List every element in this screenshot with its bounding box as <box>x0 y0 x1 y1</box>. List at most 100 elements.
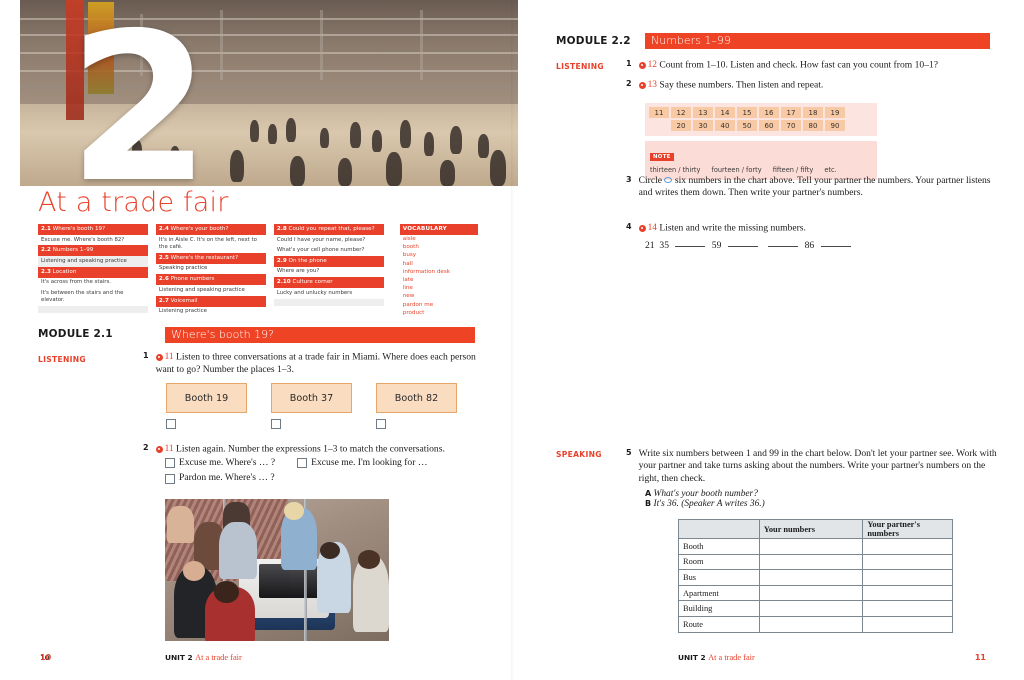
contents-spacer <box>38 306 148 314</box>
exercise-instruction: 13 Say these numbers. Then listen and re… <box>638 79 823 92</box>
number-chart: 11 12 13 14 15 16 17 18 19 20 30 40 50 6… <box>645 103 877 136</box>
your-number-cell[interactable] <box>758 553 864 571</box>
table-row: Booth <box>678 538 953 555</box>
page-title: At a trade fair <box>38 187 229 218</box>
trade-fair-hall-photo: 2 <box>20 0 518 186</box>
right-page: MODULE 2.2 LISTENING SPEAKING Numbers 1–… <box>512 0 1024 680</box>
audio-track-marker[interactable]: 12 <box>638 59 657 71</box>
exercise-instruction: 11 Listen to three conversations at a tr… <box>155 351 476 376</box>
contents-entry-row: Speaking practice <box>155 263 266 275</box>
vocabulary-header: VOCABULARY <box>399 224 479 235</box>
unit-number: 2 <box>68 0 211 187</box>
vocabulary-item: new <box>402 293 415 300</box>
contents-entry-head: 2.2 Numbers 1–99 <box>38 245 148 257</box>
number-chip[interactable]: 17 <box>781 107 801 118</box>
answer-checkbox[interactable] <box>271 419 281 429</box>
contents-entry-row: Where are you? <box>273 266 384 278</box>
booth-option-box[interactable]: Booth 37 <box>271 383 352 413</box>
number-chip[interactable]: 50 <box>737 120 757 131</box>
booth-option-box[interactable]: Booth 82 <box>376 383 457 413</box>
partner-number-cell[interactable] <box>862 538 953 555</box>
number-chip[interactable]: 30 <box>693 120 713 131</box>
audio-track-marker[interactable]: 13 <box>638 79 657 91</box>
audio-track-marker[interactable]: 14 <box>638 222 657 234</box>
note-content: thirteen / thirty fourteen / forty fifte… <box>650 166 872 174</box>
contents-entry-row: Could I have your name, please? <box>273 235 384 246</box>
note-pair: fourteen / forty <box>711 166 762 174</box>
note-pair: etc. <box>824 166 837 174</box>
footer-left: UNIT 2 At a trade fair <box>165 653 242 662</box>
number-chip[interactable]: 90 <box>825 120 845 131</box>
number-chip[interactable]: 19 <box>825 107 845 118</box>
vocabulary-list: VOCABULARY aisle booth busy hall informa… <box>399 224 479 324</box>
module-2-1-title: Where's booth 19? <box>165 327 475 343</box>
exercise-2-left: 2 11 Listen again. Number the expression… <box>143 443 488 456</box>
audio-icon <box>638 61 646 69</box>
partner-number-cell[interactable] <box>862 569 953 586</box>
your-number-cell[interactable] <box>758 600 864 617</box>
contents-entry-head: 2.5 Where's the restaurant? <box>155 252 266 264</box>
number-chip[interactable]: 13 <box>693 107 713 118</box>
your-number-cell[interactable] <box>758 584 864 602</box>
exercise-number: 1 <box>143 351 149 360</box>
expression-checkbox[interactable] <box>297 458 308 469</box>
exercise-instruction: 11 Listen again. Number the expressions … <box>155 443 445 456</box>
audio-track-marker[interactable]: 11 <box>155 351 174 363</box>
expression-checkbox[interactable] <box>165 458 175 469</box>
example-dialogue: A What's your booth number? B It's 36. (… <box>645 489 765 509</box>
number-chip[interactable]: 40 <box>715 120 735 131</box>
number-chip[interactable]: 11 <box>649 107 669 118</box>
number-chip[interactable]: 18 <box>803 107 823 118</box>
dialogue-text: What's your booth number? <box>653 489 758 499</box>
your-number-cell[interactable] <box>758 615 864 633</box>
exercise-instruction: Write six numbers between 1 and 99 in th… <box>638 448 997 484</box>
sequence-blank[interactable] <box>820 238 851 247</box>
number-chip[interactable]: 15 <box>737 107 757 118</box>
contents-entry-head: 2.3 Location <box>38 266 148 278</box>
partner-number-cell[interactable] <box>862 600 953 617</box>
module-2-1-label: MODULE 2.1 <box>38 328 113 340</box>
number-chip[interactable]: 60 <box>759 120 779 131</box>
unit-contents: 2.1 Where's booth 19? Excuse me. Where's… <box>38 224 479 325</box>
booth-option-box[interactable]: Booth 19 <box>166 383 247 413</box>
module-2-2-label: MODULE 2.2 <box>556 35 631 47</box>
vocabulary-item: information desk <box>402 268 450 275</box>
page-gutter <box>511 0 514 680</box>
audio-track-marker[interactable]: 11 <box>155 443 174 455</box>
your-number-cell[interactable] <box>758 538 864 555</box>
partner-number-cell[interactable] <box>862 553 953 571</box>
footer-right: UNIT 2 At a trade fair <box>678 653 755 662</box>
number-chip[interactable]: 20 <box>671 120 691 131</box>
answer-checkbox[interactable] <box>166 419 176 429</box>
vocabulary-item: busy <box>402 252 417 259</box>
answer-checkbox[interactable] <box>376 419 386 429</box>
number-chip[interactable]: 16 <box>759 107 779 118</box>
dialogue-speaker: A <box>645 489 652 498</box>
partner-number-cell[interactable] <box>862 584 953 602</box>
table-header-cell: Your partner's numbers <box>862 519 953 539</box>
number-chip[interactable]: 14 <box>715 107 735 118</box>
contents-entry-head: 2.1 Where's booth 19? <box>38 224 148 235</box>
expression-label: Excuse me. I'm looking for … <box>311 457 428 468</box>
number-chip[interactable]: 80 <box>803 120 823 131</box>
row-label: Apartment <box>678 584 760 602</box>
expression-checkbox[interactable] <box>165 473 175 484</box>
number-chip[interactable]: 12 <box>671 107 691 118</box>
sequence-blank[interactable] <box>768 238 799 247</box>
sequence-blank[interactable] <box>675 238 706 247</box>
sequence-value: 21 <box>645 240 655 251</box>
number-chip[interactable]: 70 <box>781 120 801 131</box>
vocabulary-item: hall <box>402 260 413 267</box>
table-row: Room <box>678 553 953 571</box>
exercise-number: 3 <box>626 175 632 184</box>
contents-entry-row: What's your cell phone number? <box>273 245 384 256</box>
contents-spacer <box>155 317 266 325</box>
audio-icon <box>638 81 646 89</box>
table-row: Building <box>678 600 953 617</box>
audio-icon <box>155 353 163 361</box>
exercise-instruction: Circle six numbers in the chart above. T… <box>638 175 991 199</box>
exercise-number: 5 <box>626 448 632 457</box>
partner-number-cell[interactable] <box>862 615 953 633</box>
your-number-cell[interactable] <box>758 569 864 586</box>
sequence-blank[interactable] <box>727 238 758 247</box>
